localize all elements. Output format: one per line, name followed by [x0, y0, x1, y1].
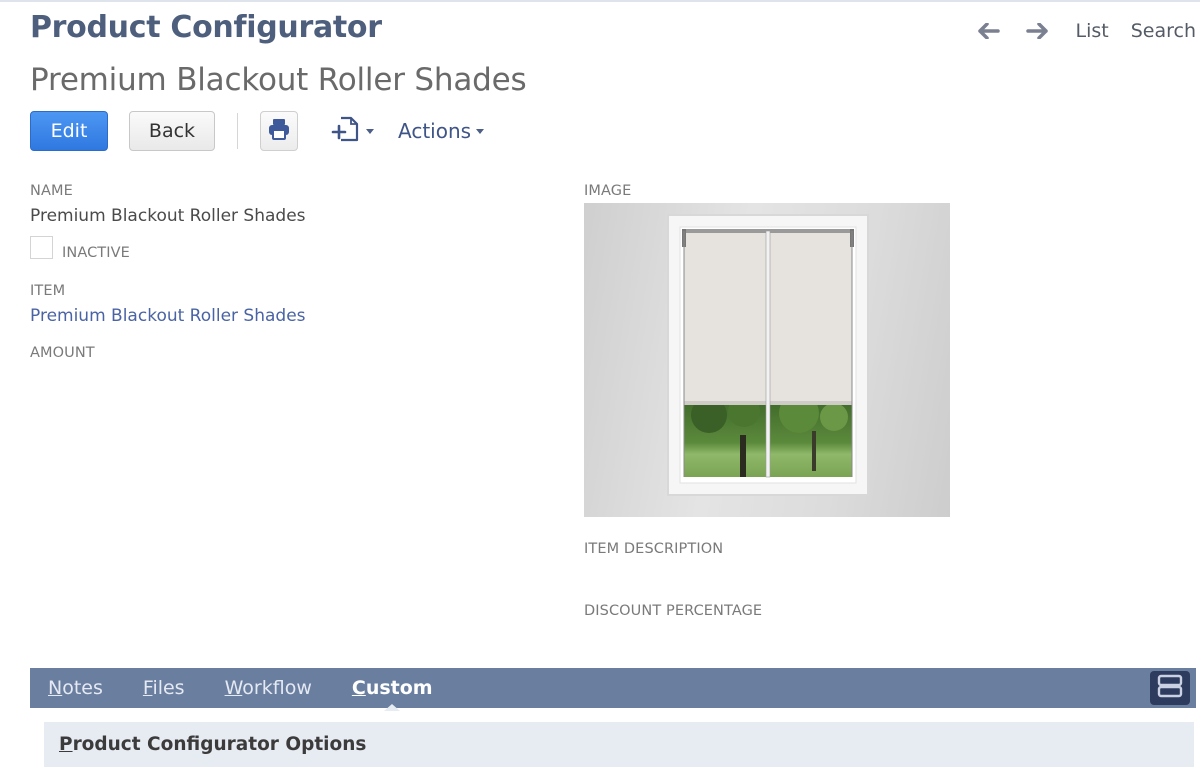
page-title: Product Configurator: [30, 10, 382, 45]
chevron-down-icon: [476, 128, 485, 134]
section-header-product-configurator-options[interactable]: Product Configurator Options: [44, 722, 1194, 767]
discount-percentage-label: DISCOUNT PERCENTAGE: [584, 603, 763, 619]
name-value: Premium Blackout Roller Shades: [30, 206, 306, 226]
list-link[interactable]: List: [1076, 20, 1109, 42]
back-button[interactable]: Back: [129, 111, 215, 151]
item-label: ITEM: [30, 283, 66, 299]
layout-toggle-icon: [1157, 674, 1183, 702]
printer-icon: [267, 117, 291, 145]
search-link[interactable]: Search: [1131, 20, 1196, 42]
new-document-plus-icon: [331, 115, 361, 147]
actions-label: Actions: [398, 119, 472, 143]
tab-custom[interactable]: Custom: [352, 677, 433, 699]
chevron-down-icon: [366, 128, 374, 134]
inactive-label: INACTIVE: [62, 245, 130, 261]
section-title: Product Configurator Options: [59, 734, 367, 755]
toolbar-divider: [237, 113, 238, 149]
tab-files[interactable]: Files: [143, 677, 185, 699]
name-label: NAME: [30, 183, 73, 199]
layout-toggle-button[interactable]: [1150, 671, 1190, 705]
toolbar: Edit Back Actions: [30, 110, 485, 152]
tab-workflow[interactable]: Workflow: [225, 677, 312, 699]
new-record-menu[interactable]: [331, 115, 374, 147]
arrow-left-icon[interactable]: [976, 20, 1002, 42]
print-button[interactable]: [260, 111, 298, 151]
tab-notes[interactable]: Notes: [48, 677, 103, 699]
edit-button[interactable]: Edit: [30, 111, 108, 151]
amount-label: AMOUNT: [30, 345, 95, 361]
product-image: [584, 203, 950, 517]
inactive-checkbox[interactable]: [30, 236, 53, 259]
item-description-label: ITEM DESCRIPTION: [584, 541, 724, 557]
record-navigation: List Search: [976, 20, 1196, 42]
image-label: IMAGE: [584, 183, 632, 199]
window-shade-illustration: [667, 214, 869, 496]
record-title: Premium Blackout Roller Shades: [30, 62, 527, 98]
arrow-right-icon[interactable]: [1024, 20, 1050, 42]
top-border: [0, 0, 1200, 2]
actions-menu[interactable]: Actions: [398, 119, 485, 143]
item-link[interactable]: Premium Blackout Roller Shades: [30, 306, 306, 326]
subtab-bar: Notes Files Workflow Custom: [30, 668, 1196, 708]
